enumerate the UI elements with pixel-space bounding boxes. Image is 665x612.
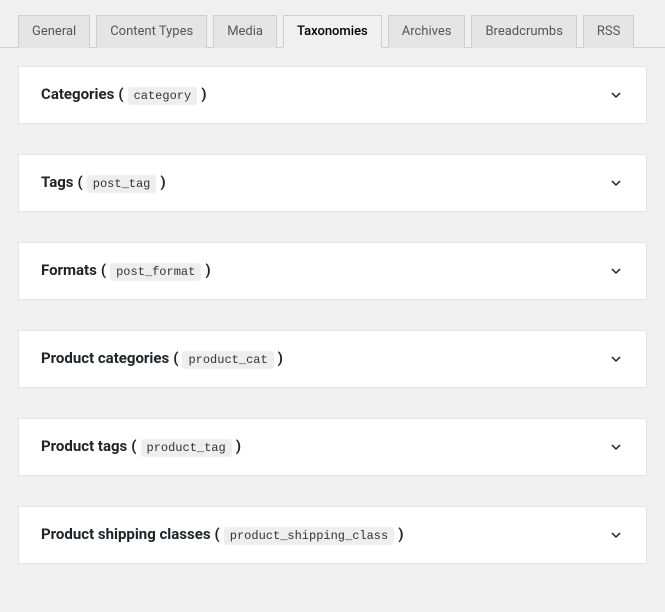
panel-slug: post_tag <box>87 175 157 193</box>
paren-close: ) <box>160 173 165 191</box>
paren-open: ( <box>78 173 83 191</box>
paren-close: ) <box>205 261 210 279</box>
panel-title-text: Product shipping classes <box>41 525 211 543</box>
panel-title-text: Tags <box>41 173 74 191</box>
chevron-down-icon <box>608 263 624 279</box>
panel-formats[interactable]: Formats ( post_format ) <box>18 242 647 300</box>
panel-product-categories[interactable]: Product categories ( product_cat ) <box>18 330 647 388</box>
panel-title-text: Product categories <box>41 349 169 367</box>
panel-title: Formats ( post_format ) <box>41 261 211 281</box>
panel-slug: category <box>128 87 198 105</box>
panel-slug: product_shipping_class <box>224 527 394 545</box>
panel-product-shipping-classes[interactable]: Product shipping classes ( product_shipp… <box>18 506 647 564</box>
panel-title-text: Categories <box>41 85 114 103</box>
panels-container: Categories ( category ) Tags ( post_tag … <box>0 48 665 612</box>
panel-title: Categories ( category ) <box>41 85 206 105</box>
panel-title-text: Product tags <box>41 437 127 455</box>
panel-tags[interactable]: Tags ( post_tag ) <box>18 154 647 212</box>
tab-media[interactable]: Media <box>213 15 277 48</box>
panel-slug: product_cat <box>182 351 273 369</box>
chevron-down-icon <box>608 175 624 191</box>
paren-open: ( <box>173 349 178 367</box>
panel-title: Tags ( post_tag ) <box>41 173 166 193</box>
tab-general[interactable]: General <box>18 15 90 48</box>
paren-open: ( <box>131 437 136 455</box>
tab-breadcrumbs[interactable]: Breadcrumbs <box>471 15 576 48</box>
paren-open: ( <box>118 85 123 103</box>
paren-open: ( <box>215 525 220 543</box>
chevron-down-icon <box>608 527 624 543</box>
panel-title-text: Formats <box>41 261 97 279</box>
panel-title: Product categories ( product_cat ) <box>41 349 283 369</box>
panel-title: Product tags ( product_tag ) <box>41 437 241 457</box>
chevron-down-icon <box>608 439 624 455</box>
tab-archives[interactable]: Archives <box>388 15 466 48</box>
paren-close: ) <box>201 85 206 103</box>
tabs-nav: General Content Types Media Taxonomies A… <box>0 0 665 48</box>
tab-rss[interactable]: RSS <box>583 15 634 48</box>
panel-slug: product_tag <box>141 439 232 457</box>
panel-slug: post_format <box>110 263 201 281</box>
panel-product-tags[interactable]: Product tags ( product_tag ) <box>18 418 647 476</box>
paren-close: ) <box>398 525 403 543</box>
chevron-down-icon <box>608 87 624 103</box>
paren-close: ) <box>236 437 241 455</box>
tab-taxonomies[interactable]: Taxonomies <box>283 15 382 48</box>
panel-categories[interactable]: Categories ( category ) <box>18 66 647 124</box>
paren-open: ( <box>101 261 106 279</box>
paren-close: ) <box>278 349 283 367</box>
tab-content-types[interactable]: Content Types <box>96 15 207 48</box>
panel-title: Product shipping classes ( product_shipp… <box>41 525 404 545</box>
chevron-down-icon <box>608 351 624 367</box>
